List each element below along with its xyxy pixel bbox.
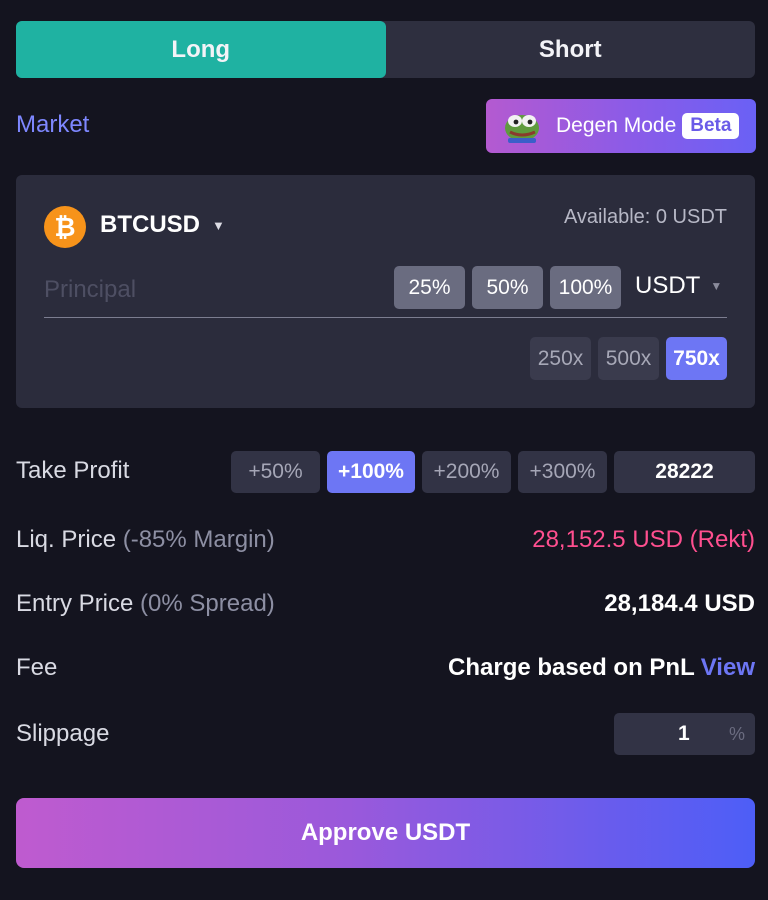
slippage-label: Slippage [16,720,110,747]
currency-selector[interactable]: USDT ▼ [635,272,722,300]
pepe-frog-icon [505,115,539,143]
beta-badge: Beta [682,113,740,139]
tp-300-button[interactable]: +300% [518,451,607,493]
currency-label: USDT [635,272,701,299]
principal-underline [44,317,727,318]
percent-25-button[interactable]: 25% [394,266,465,309]
pair-selector[interactable]: BTCUSD ▼ [100,211,225,239]
percent-100-button[interactable]: 100% [550,266,621,309]
pair-label: BTCUSD [100,211,200,238]
tp-50-button[interactable]: +50% [231,451,320,493]
fee-text: Charge based on PnL [448,654,695,681]
short-tab[interactable]: Short [386,21,756,78]
available-balance: Available: 0 USDT [563,206,727,228]
fee-view-link[interactable]: View [701,654,755,681]
liq-price-label: Liq. Price (-85% Margin) [16,526,275,554]
order-type-market[interactable]: Market [16,111,89,139]
fee-value: Charge based on PnL View [448,654,755,682]
slippage-input[interactable]: 1 % [614,713,755,755]
caret-down-icon: ▼ [212,217,225,233]
take-profit-label: Take Profit [16,457,130,484]
principal-input[interactable] [44,273,364,307]
entry-price-value: 28,184.4 USD [604,590,755,617]
entry-price-title: Entry Price [16,590,134,617]
long-short-toggle: Long Short [16,21,755,78]
entry-price-label: Entry Price (0% Spread) [16,590,275,618]
take-profit-input[interactable]: 28222 [614,451,755,493]
liq-price-value: 28,152.5 USD (Rekt) [532,526,755,553]
entry-price-spread: (0% Spread) [140,590,275,617]
long-tab[interactable]: Long [16,21,386,78]
position-card: ₿ BTCUSD ▼ Available: 0 USDT 25% 50% 100… [16,175,755,408]
tp-100-button[interactable]: +100% [327,451,415,493]
degen-mode-label: Degen Mode [556,114,677,137]
caret-down-icon: ▼ [710,279,723,293]
slippage-value: 1 [678,722,690,745]
tp-200-button[interactable]: +200% [422,451,511,493]
liq-price-title: Liq. Price [16,526,117,553]
degen-mode-button[interactable]: Degen Mode Beta [486,99,756,153]
leverage-750x-button[interactable]: 750x [666,337,727,380]
approve-usdt-button[interactable]: Approve USDT [16,798,755,868]
bitcoin-icon: ₿ [44,206,86,248]
liq-price-margin: (-85% Margin) [122,526,275,553]
percent-50-button[interactable]: 50% [472,266,543,309]
fee-label: Fee [16,654,58,681]
percent-unit: % [728,723,745,744]
leverage-500x-button[interactable]: 500x [598,337,659,380]
leverage-250x-button[interactable]: 250x [530,337,591,380]
